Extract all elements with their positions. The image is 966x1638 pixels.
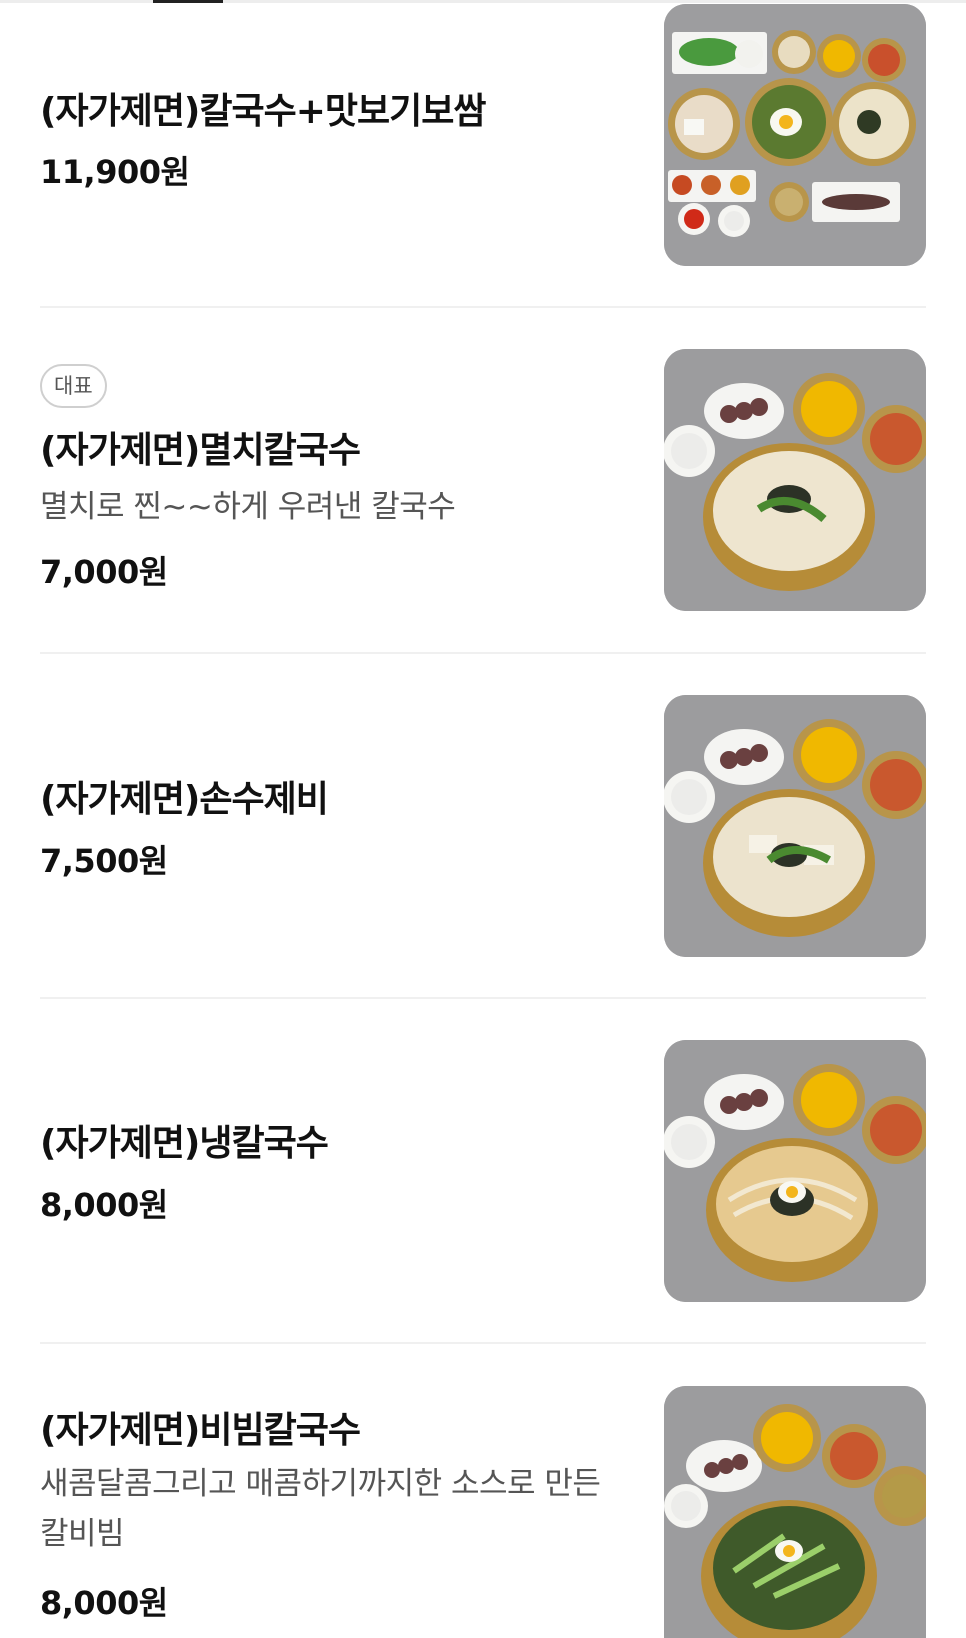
menu-item-name: (자가제면)비빔칼국수: [40, 1410, 361, 1451]
menu-divider: [40, 997, 926, 999]
menu-item[interactable]: 대표 (자가제면)멸치칼국수 멸치로 찐~~하게 우려낸 칼국수 7,000원: [40, 349, 926, 611]
active-tab-indicator: [153, 0, 223, 3]
menu-divider: [40, 306, 926, 308]
signature-badge: 대표: [40, 364, 107, 408]
menu-item-name: (자가제면)손수제비: [40, 779, 329, 820]
top-divider: [0, 0, 966, 3]
menu-item-price: 8,000원: [40, 1186, 168, 1224]
menu-item-info: (자가제면)칼국수+맛보기보쌈 11,900원: [40, 4, 620, 266]
menu-item-price: 8,000원: [40, 1584, 168, 1622]
menu-item-info: 대표 (자가제면)멸치칼국수 멸치로 찐~~하게 우려낸 칼국수 7,000원: [40, 349, 620, 611]
cold-kalguksu-photo-icon[interactable]: [664, 1040, 926, 1302]
menu-item[interactable]: (자가제면)냉칼국수 8,000원: [40, 1040, 926, 1302]
menu-item-name: (자가제면)칼국수+맛보기보쌈: [40, 91, 487, 132]
menu-item-price: 7,500원: [40, 842, 168, 880]
menu-item-info: (자가제면)비빔칼국수 새콤달콤그리고 매콤하기까지한 소스로 만든 칼비빔 8…: [40, 1386, 620, 1638]
bibim-kalguksu-photo-icon[interactable]: [664, 1386, 926, 1638]
menu-item[interactable]: (자가제면)손수제비 7,500원: [40, 695, 926, 957]
menu-item-info: (자가제면)냉칼국수 8,000원: [40, 1040, 620, 1302]
menu-item-price: 7,000원: [40, 553, 168, 591]
kalguksu-bossam-set-photo-icon[interactable]: [664, 4, 926, 266]
menu-divider: [40, 652, 926, 654]
menu-item[interactable]: (자가제면)칼국수+맛보기보쌈 11,900원: [40, 4, 926, 266]
menu-item-description: 새콤달콤그리고 매콤하기까지한 소스로 만든 칼비빔: [40, 1466, 601, 1552]
menu-item-info: (자가제면)손수제비 7,500원: [40, 695, 620, 957]
menu-item[interactable]: (자가제면)비빔칼국수 새콤달콤그리고 매콤하기까지한 소스로 만든 칼비빔 8…: [40, 1386, 926, 1638]
menu-item-name: (자가제면)멸치칼국수: [40, 430, 361, 471]
menu-item-description: 멸치로 찐~~하게 우려낸 칼국수: [40, 489, 456, 525]
menu-divider: [40, 1342, 926, 1344]
menu-item-price: 11,900원: [40, 153, 190, 191]
menu-item-name: (자가제면)냉칼국수: [40, 1123, 329, 1164]
anchovy-kalguksu-photo-icon[interactable]: [664, 349, 926, 611]
sujebi-photo-icon[interactable]: [664, 695, 926, 957]
